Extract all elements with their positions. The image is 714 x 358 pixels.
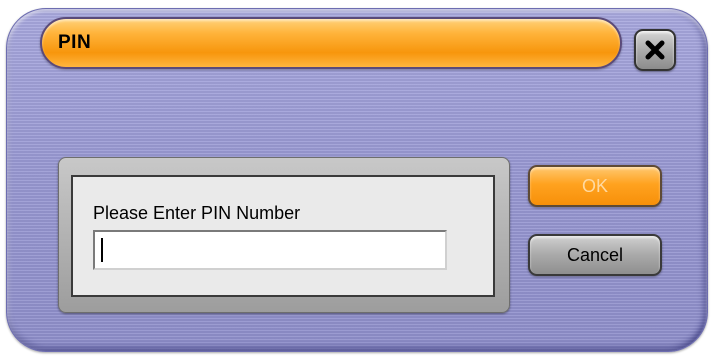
pin-panel-inner: Please Enter PIN Number — [71, 175, 495, 297]
ok-button[interactable]: OK — [528, 165, 662, 207]
text-caret — [101, 238, 103, 262]
dialog-title: PIN — [58, 32, 92, 53]
title-bar: PIN — [40, 17, 622, 69]
close-button[interactable] — [634, 29, 676, 71]
pin-panel: Please Enter PIN Number — [58, 157, 510, 313]
pin-prompt-label: Please Enter PIN Number — [93, 203, 301, 223]
close-x-icon — [645, 40, 665, 60]
pin-input[interactable] — [93, 230, 447, 270]
cancel-button[interactable]: Cancel — [528, 234, 662, 276]
